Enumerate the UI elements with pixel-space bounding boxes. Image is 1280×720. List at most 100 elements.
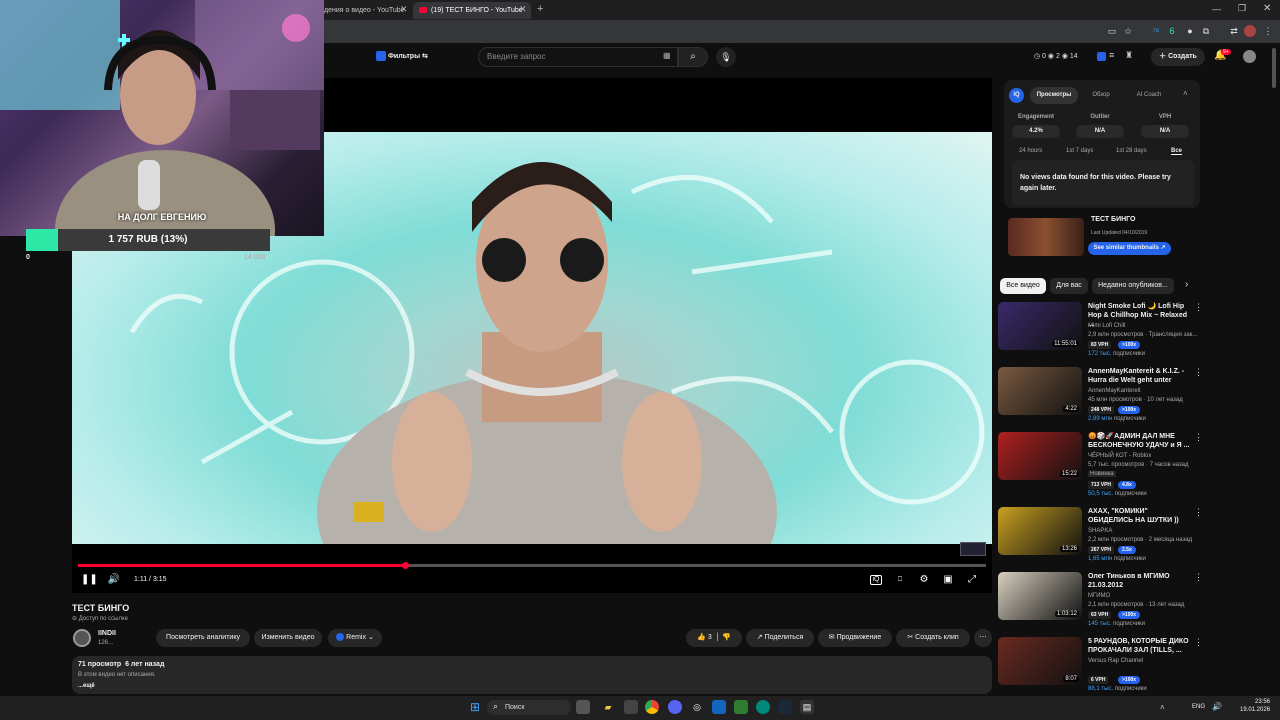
pause-icon[interactable]: ❚❚ — [81, 573, 98, 587]
chevron-right-icon[interactable]: › — [1185, 279, 1188, 290]
video-thumbnail[interactable]: 11:55:01 — [998, 302, 1082, 350]
steam-icon[interactable] — [778, 700, 792, 714]
channel-name[interactable]: Versus Rap Channel — [1088, 658, 1143, 664]
chip-for-you[interactable]: Для вас — [1050, 278, 1088, 294]
create-clip-button[interactable]: ✂ Создать клип — [896, 629, 970, 647]
extension-icon[interactable]: ⇄ — [1228, 25, 1240, 37]
search-input[interactable]: Введите запрос — [478, 47, 678, 67]
new-tab-icon[interactable]: + — [537, 3, 543, 15]
search-button[interactable]: ⌕ — [678, 47, 708, 67]
video-title[interactable]: АХАХ, "КОМИКИ" ОБИДЕЛИСЬ НА ШУТКИ )) — [1088, 507, 1194, 525]
range-7d[interactable]: 1st 7 days — [1066, 148, 1093, 154]
video-title[interactable]: 😡🎲🚀АДМИН ДАЛ МНЕ БЕСКОНЕЧНУЮ УДАЧУ и Я .… — [1088, 432, 1194, 450]
more-options-icon[interactable]: ⋮ — [1194, 572, 1203, 583]
avatar[interactable] — [1243, 50, 1256, 63]
video-thumbnail[interactable]: 1:03:12 — [998, 572, 1082, 620]
close-tab-icon[interactable]: ✕ — [400, 4, 408, 15]
video-thumbnail[interactable]: 13:26 — [998, 507, 1082, 555]
filters-button[interactable]: Фильтры ⇆ — [376, 51, 428, 63]
channel-name[interactable]: ЧЁРНЫЙ КОТ - Roblox — [1088, 453, 1151, 459]
show-more-link[interactable]: ...ещё — [78, 683, 95, 689]
recommended-video[interactable]: 8:07 5 РАУНДОВ, КОТОРЫЕ ДИКО ПРОКАЧАЛИ ЗА… — [998, 637, 1208, 699]
thumbs-up-icon[interactable]: 👍 — [697, 634, 706, 641]
app-icon[interactable] — [734, 700, 748, 714]
app-icon[interactable] — [576, 700, 590, 714]
obs-icon[interactable]: ◎ — [690, 700, 704, 714]
remix-button[interactable]: Remix ⌄ — [328, 629, 382, 647]
extension-icon[interactable]: ⁷⁶ — [1150, 25, 1162, 37]
video-title[interactable]: 5 РАУНДОВ, КОТОРЫЕ ДИКО ПРОКАЧАЛИ ЗАЛ (T… — [1088, 637, 1194, 655]
channel-name[interactable]: IINDII — [98, 630, 116, 637]
app-icon[interactable] — [712, 700, 726, 714]
discord-icon[interactable] — [668, 700, 682, 714]
miniplayer-icon[interactable]: ▣ — [942, 573, 954, 587]
tab-ai-coach[interactable]: AI Coach — [1126, 87, 1172, 104]
minimize-icon[interactable]: — — [1212, 4, 1221, 14]
range-28d[interactable]: 1st 28 days — [1116, 148, 1147, 154]
store-icon[interactable] — [624, 700, 638, 714]
page-scrollbar[interactable] — [1272, 48, 1276, 88]
recommended-video[interactable]: 1:03:12 Олег Тиньков в МГИМО 21.03.2012 МГ… — [998, 572, 1208, 634]
range-24h[interactable]: 24 hours — [1019, 148, 1042, 154]
extension-icon[interactable]: ● — [1184, 25, 1196, 37]
create-button[interactable]: ＋ Создать — [1151, 48, 1205, 66]
more-options-icon[interactable]: ⋮ — [1194, 507, 1203, 518]
video-title[interactable]: AnnenMayKantereit & K.I.Z. - Hurra die W… — [1088, 367, 1194, 385]
voice-search-button[interactable]: 🎙 — [716, 47, 736, 67]
chrome-icon[interactable] — [645, 700, 659, 714]
share-button[interactable]: ↗ Поделиться — [746, 629, 814, 647]
taskbar-search[interactable]: Поиск — [487, 700, 571, 715]
close-tab-icon[interactable]: ✕ — [519, 4, 527, 15]
chip-all-videos[interactable]: Все видео — [1000, 278, 1046, 294]
tab-views[interactable]: Просмотры — [1030, 87, 1078, 104]
browser-tab[interactable]: дения о видео - YouTube — [316, 2, 408, 19]
cast-icon[interactable]: ▭ — [1106, 25, 1118, 37]
close-window-icon[interactable]: ✕ — [1263, 3, 1271, 14]
channel-name[interactable]: AnnenMayKantereit — [1088, 388, 1141, 394]
description-box[interactable] — [72, 656, 992, 694]
extensions-puzzle-icon[interactable]: ⧉ — [1200, 25, 1212, 37]
volume-icon[interactable]: 🔊 — [106, 573, 122, 587]
app-icon[interactable]: ▤ — [800, 700, 814, 714]
tab-overview[interactable]: Обзор — [1082, 87, 1120, 104]
maximize-icon[interactable]: ❐ — [1238, 3, 1246, 14]
tray-chevron-icon[interactable]: ˄ — [1160, 703, 1165, 712]
analytics-button[interactable]: Посмотреть аналитику — [156, 629, 250, 647]
more-options-icon[interactable]: ⋮ — [1194, 302, 1203, 313]
bookmark-star-icon[interactable]: ☆ — [1122, 25, 1134, 37]
video-thumbnail[interactable]: 4:22 — [998, 367, 1082, 415]
like-dislike-group[interactable]: 👍 3 │ 👎 — [686, 629, 742, 647]
promote-button[interactable]: ✉ Продвижение — [818, 629, 892, 647]
more-actions-icon[interactable]: ⋯ — [974, 629, 992, 647]
clock[interactable]: 23:56 19.01.2026 — [1240, 698, 1270, 714]
range-all[interactable]: Все — [1171, 148, 1183, 155]
subtitles-icon[interactable]: ⎕ — [894, 573, 906, 587]
more-options-icon[interactable]: ⋮ — [1194, 432, 1203, 443]
profile-avatar-icon[interactable] — [1244, 25, 1256, 37]
channel-avatar[interactable] — [73, 629, 91, 647]
more-options-icon[interactable]: ⋮ — [1194, 637, 1203, 648]
language-indicator[interactable]: ENG — [1192, 704, 1205, 710]
recommended-video[interactable]: 15:22 😡🎲🚀АДМИН ДАЛ МНЕ БЕСКОНЕЧНУЮ УДАЧУ … — [998, 432, 1208, 497]
chip-recent[interactable]: Недавно опубликов... — [1092, 278, 1174, 294]
channel-name[interactable]: МГИМО — [1088, 593, 1110, 599]
trophy-icon[interactable]: ♜ — [1125, 50, 1133, 61]
windows-start-icon[interactable]: ⊞ — [468, 700, 482, 714]
video-thumbnail[interactable]: 15:22 — [998, 432, 1082, 480]
recommended-video[interactable]: 4:22 AnnenMayKantereit & K.I.Z. - Hurra d… — [998, 367, 1208, 429]
list-icon[interactable]: ≡ — [1109, 50, 1114, 60]
more-options-icon[interactable]: ⋮ — [1194, 367, 1203, 378]
fullscreen-icon[interactable]: ⤢ — [966, 573, 978, 587]
extension-icon[interactable]: 6 — [1166, 25, 1178, 37]
chevron-up-icon[interactable]: ˄ — [1183, 89, 1188, 98]
file-explorer-icon[interactable]: ▰ — [601, 700, 615, 714]
video-title[interactable]: Олег Тиньков в МГИМО 21.03.2012 — [1088, 572, 1194, 590]
vidiq-icon[interactable] — [1097, 52, 1106, 61]
keyboard-icon[interactable]: ▦ — [663, 51, 671, 60]
browser-tab-active[interactable]: (19) ТЕСТ БИНГО - YouTube — [413, 2, 531, 19]
channel-name[interactable]: SHAPKA — [1088, 528, 1112, 534]
app-icon[interactable] — [756, 700, 770, 714]
edit-video-button[interactable]: Изменить видео — [254, 629, 322, 647]
vidiq-player-icon[interactable]: iQ — [870, 575, 882, 585]
settings-gear-icon[interactable]: ⚙ — [918, 573, 930, 587]
